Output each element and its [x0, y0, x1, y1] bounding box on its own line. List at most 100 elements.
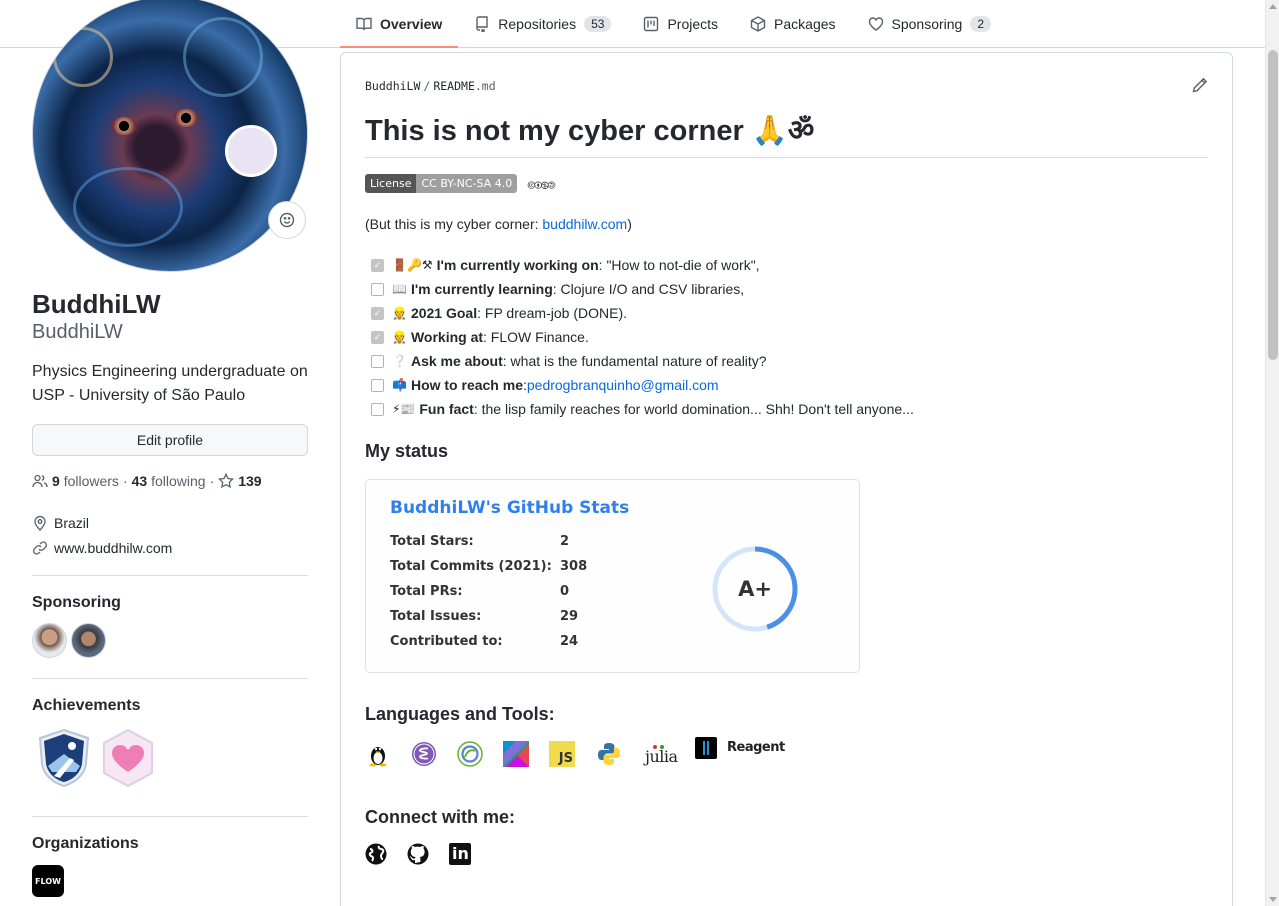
page-scrollbar[interactable]: [1265, 0, 1279, 906]
linux-icon[interactable]: [365, 741, 391, 767]
julia-dot: [660, 745, 664, 749]
reagent-icon[interactable]: Reagent: [695, 737, 785, 763]
achievement-badge-heart[interactable]: [100, 728, 156, 788]
task-list: ✓ 🚪🔑⚒ I'm currently working on: "How to …: [371, 253, 914, 421]
reagent-text: Reagent: [727, 740, 785, 755]
tab-label: Repositories: [498, 15, 577, 32]
avatar-art-swirl: [53, 27, 113, 87]
license-badge-label: License: [365, 174, 417, 193]
scroll-down-arrow[interactable]: [1269, 897, 1277, 902]
task-emoji: 👷: [392, 306, 407, 320]
star-icon: [218, 473, 235, 489]
edit-profile-button[interactable]: Edit profile: [32, 424, 308, 456]
task-checkbox[interactable]: [371, 402, 384, 416]
tab-label: Sponsoring: [891, 15, 963, 32]
task-checkbox[interactable]: [371, 354, 384, 368]
divider: [32, 816, 308, 817]
stat-value: 24: [560, 634, 579, 649]
stars-link[interactable]: 139: [218, 473, 262, 489]
followers-label: followers: [63, 473, 119, 489]
tab-sponsoring[interactable]: Sponsoring 2: [852, 0, 1008, 47]
task-bold: Ask me about: [410, 353, 503, 369]
people-icon: [32, 474, 48, 488]
following-count: 43: [131, 473, 148, 489]
emacs-icon[interactable]: [411, 741, 437, 767]
task-emoji: ⚡📰: [392, 402, 416, 416]
linkedin-text: in: [452, 844, 469, 863]
intro-suffix: ): [627, 216, 632, 232]
scrollbar-thumb[interactable]: [1268, 50, 1278, 360]
divider: [32, 678, 308, 679]
readme-path: BuddhiLW / README.md: [365, 79, 496, 93]
task-emoji: 📖: [392, 282, 407, 296]
organization-flow-logo[interactable]: FLOW: [32, 865, 64, 897]
task-checkbox[interactable]: ✓: [371, 306, 384, 320]
follow-stats: 9 followers · 43 following · 139: [32, 473, 262, 489]
website-link[interactable]: www.buddhilw.com: [54, 540, 172, 556]
stat-label: Total Stars:: [390, 534, 474, 549]
sponsored-avatar[interactable]: [71, 623, 106, 658]
edit-readme-button[interactable]: [1192, 77, 1208, 93]
task-checkbox[interactable]: [371, 282, 384, 296]
task-text: : what is the fundamental nature of real…: [502, 353, 767, 369]
tab-overview[interactable]: Overview: [340, 0, 459, 48]
github-stats-card[interactable]: BuddhiLW's GitHub Stats Total Stars: 2 T…: [365, 479, 860, 673]
tab-list: Overview Repositories 53 Projects Packag…: [340, 0, 1007, 48]
sponsored-avatar[interactable]: [32, 623, 67, 658]
connect-heading: Connect with me:: [365, 807, 516, 827]
task-checkbox[interactable]: [371, 378, 384, 392]
task-bold: Working at: [410, 329, 484, 345]
clojure-icon[interactable]: [457, 741, 483, 767]
task-checkbox[interactable]: ✓: [371, 330, 384, 344]
javascript-icon[interactable]: JS: [549, 741, 575, 767]
sponsoring-count: 2: [970, 15, 992, 32]
following-link[interactable]: 43 following: [132, 473, 206, 489]
task-item: ⚡📰 Fun fact: the lisp family reaches for…: [371, 397, 914, 421]
task-emoji: 🚪🔑⚒: [392, 258, 433, 272]
task-bold: I'm currently learning: [410, 281, 553, 297]
julia-icon[interactable]: julia: [641, 741, 678, 767]
intro-prefix: (But this is my cyber corner:: [365, 216, 543, 232]
readme-path-file[interactable]: README: [433, 79, 475, 93]
intro-link[interactable]: buddhilw.com: [542, 216, 627, 232]
email-link[interactable]: pedrogbranquinho@gmail.com: [527, 377, 719, 393]
tab-packages[interactable]: Packages: [734, 0, 851, 47]
followers-link[interactable]: 9 followers: [52, 473, 119, 489]
kotlin-icon[interactable]: [503, 741, 529, 767]
avatar-art-swirl: [183, 17, 263, 97]
stats-card-title: BuddhiLW's GitHub Stats: [390, 498, 630, 518]
linkedin-icon[interactable]: in: [449, 843, 471, 865]
achievements-heading: Achievements: [32, 697, 141, 714]
tab-label: Overview: [380, 15, 443, 32]
profile-website[interactable]: www.buddhilw.com: [32, 540, 172, 556]
tab-projects[interactable]: Projects: [627, 0, 734, 47]
achievement-badge-arctic[interactable]: [36, 728, 92, 788]
python-icon[interactable]: [596, 741, 622, 767]
tab-repositories[interactable]: Repositories 53: [458, 0, 627, 47]
intro-paragraph: (But this is my cyber corner: buddhilw.c…: [365, 216, 632, 232]
avatar-art-eye: [111, 117, 137, 135]
task-emoji: 👷: [392, 330, 407, 344]
cc-license-icons[interactable]: 🅭🅯🄏🄎: [528, 180, 555, 193]
github-icon[interactable]: [407, 843, 429, 865]
readme-title-text: This is not my cyber corner 🙏ॐ: [365, 115, 815, 147]
link-icon: [32, 541, 48, 555]
readme-path-user[interactable]: BuddhiLW: [365, 79, 420, 93]
set-status-button[interactable]: [268, 201, 306, 239]
org-logo-text: FLOW: [35, 876, 61, 886]
book-icon: [356, 17, 372, 30]
stat-value: 0: [560, 584, 570, 599]
license-badge[interactable]: License CC BY-NC-SA 4.0: [365, 174, 518, 193]
avatar[interactable]: [32, 0, 308, 272]
scroll-up-arrow[interactable]: [1269, 4, 1277, 9]
repo-icon: [476, 15, 488, 32]
globe-icon[interactable]: [365, 843, 387, 865]
task-checkbox[interactable]: ✓: [371, 258, 384, 272]
repositories-count: 53: [584, 15, 612, 32]
path-separator: /: [423, 79, 431, 93]
rank-circle: A+: [712, 546, 798, 632]
divider: [32, 575, 308, 576]
avatar-art-eye: [173, 109, 199, 127]
task-item: 📫 How to reach me: pedrogbranquinho@gmai…: [371, 373, 914, 397]
stat-label: Contributed to:: [390, 634, 503, 649]
